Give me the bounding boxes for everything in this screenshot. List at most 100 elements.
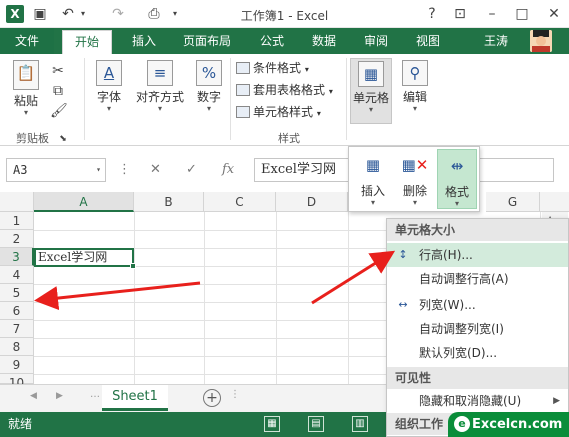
more-sheets-icon[interactable]: …: [90, 389, 100, 400]
status-text: 就绪: [8, 417, 33, 431]
clipboard-icon: 📋: [13, 60, 39, 90]
menu-section-header: 单元格大小: [387, 219, 568, 241]
close-icon[interactable]: ✕: [546, 5, 562, 23]
table-format-label: 套用表格格式: [253, 83, 326, 97]
hide-unhide-item[interactable]: 隐藏和取消隐藏(U) ▶: [387, 389, 568, 413]
help-icon[interactable]: ?: [424, 5, 440, 23]
font-button[interactable]: A 字体 ▾: [90, 60, 128, 113]
row-height-label: 行高(H)...: [419, 248, 473, 262]
cut-icon[interactable]: ✂: [50, 62, 66, 80]
column-header[interactable]: A: [34, 192, 134, 212]
scrollbar-corner: [540, 192, 569, 212]
site-watermark: e Excelcn.com: [448, 412, 569, 437]
paste-label: 粘贴: [13, 94, 38, 108]
column-header[interactable]: B: [134, 192, 204, 212]
ribbon-display-icon[interactable]: ⊡: [452, 5, 468, 23]
row-header[interactable]: 3: [0, 248, 34, 266]
select-all-corner[interactable]: [0, 192, 34, 212]
editing-button[interactable]: ⚲ 编辑 ▾: [396, 60, 434, 113]
styles-group-label: 样式: [278, 132, 300, 145]
next-sheet-icon[interactable]: ▶: [56, 391, 63, 401]
delete-cells-icon: ▦✕: [401, 156, 429, 174]
page-layout-view-icon[interactable]: ▤: [308, 416, 324, 432]
cell-style-button[interactable]: 单元格样式 ▾: [236, 102, 321, 122]
column-header[interactable]: D: [276, 192, 348, 212]
editing-label: 编辑: [402, 90, 427, 104]
row-header[interactable]: 9: [0, 356, 34, 374]
chevron-down-icon: ▾: [368, 105, 373, 114]
chevron-down-icon[interactable]: ▾: [96, 159, 101, 181]
selected-cell-a3[interactable]: Excel学习网: [34, 248, 136, 269]
page-break-view-icon[interactable]: ▥: [352, 416, 368, 432]
tab-formulas[interactable]: 公式: [252, 28, 292, 54]
column-width-item[interactable]: ↔ 列宽(W)...: [387, 293, 568, 317]
column-header[interactable]: C: [204, 192, 276, 212]
binoculars-icon: ⚲: [402, 60, 428, 86]
title-bar: X ▣ ↶ ▾ ↷ ⎙ ▾ 工作簿1 - Excel ? ⊡ – □ ✕: [0, 0, 569, 28]
alignment-label: 对齐方式: [135, 90, 184, 104]
row-height-item[interactable]: ↕ 行高(H)...: [387, 243, 568, 267]
cells-button[interactable]: ▦ 单元格 ▾: [350, 58, 392, 124]
tab-view[interactable]: 视图: [408, 28, 448, 54]
grid-line: [276, 212, 277, 384]
row-header[interactable]: 4: [0, 266, 34, 284]
sheet-tab[interactable]: Sheet1: [102, 385, 168, 411]
row-header[interactable]: 1: [0, 212, 34, 230]
table-format-button[interactable]: 套用表格格式 ▾: [236, 80, 333, 100]
default-width-item[interactable]: 默认列宽(D)...: [387, 341, 568, 365]
format-cells-icon: ⇹: [450, 157, 464, 175]
maximize-icon[interactable]: □: [514, 5, 530, 23]
sheet-options-icon: ⋮: [230, 389, 240, 400]
tab-data[interactable]: 数据: [304, 28, 344, 54]
autofit-column-item[interactable]: 自动调整列宽(I): [387, 317, 568, 341]
cancel-icon[interactable]: ✕: [150, 158, 161, 182]
watermark-logo-icon: e: [454, 416, 470, 432]
cell-style-icon: [236, 106, 250, 118]
insert-cells-button[interactable]: ▦ 插入 ▾: [353, 151, 393, 207]
fill-handle[interactable]: [130, 263, 136, 269]
more-options-icon: ⋮: [118, 162, 131, 177]
tab-home[interactable]: 开始: [62, 30, 112, 54]
minimize-icon[interactable]: –: [484, 5, 500, 23]
autofit-row-label: 自动调整行高(A): [419, 272, 509, 286]
tab-review[interactable]: 审阅: [356, 28, 396, 54]
tab-insert[interactable]: 插入: [124, 28, 164, 54]
column-width-label: 列宽(W)...: [419, 298, 476, 312]
conditional-format-button[interactable]: 条件格式 ▾: [236, 58, 309, 78]
paste-button[interactable]: 📋 粘贴 ▾: [8, 60, 44, 117]
row-height-icon: ↕: [398, 248, 408, 261]
group-divider: [230, 58, 231, 140]
row-header[interactable]: 2: [0, 230, 34, 248]
row-header[interactable]: 7: [0, 320, 34, 338]
grid-line: [204, 212, 205, 384]
tab-file[interactable]: 文件: [0, 28, 54, 54]
row-header[interactable]: 10: [0, 374, 34, 390]
number-button[interactable]: % 数字 ▾: [192, 60, 226, 113]
insert-function-icon[interactable]: fx: [222, 158, 234, 182]
tab-page-layout[interactable]: 页面布局: [174, 28, 240, 54]
prev-sheet-icon[interactable]: ◀: [30, 391, 37, 401]
row-header[interactable]: 5: [0, 284, 34, 302]
avatar[interactable]: [530, 30, 552, 52]
name-box[interactable]: A3 ▾: [6, 158, 106, 182]
ribbon-tabs: 文件 开始 插入 页面布局 公式 数据 审阅 视图 王涛: [0, 28, 569, 54]
format-cells-button[interactable]: ⇹ 格式 ▾: [437, 149, 477, 209]
copy-icon[interactable]: ⧉: [50, 82, 66, 100]
format-painter-icon[interactable]: 🖌: [50, 102, 68, 120]
autofit-row-item[interactable]: 自动调整行高(A): [387, 267, 568, 291]
column-header[interactable]: G: [486, 192, 540, 212]
row-header[interactable]: 8: [0, 338, 34, 356]
chevron-down-icon: ▾: [157, 104, 162, 113]
row-header[interactable]: 6: [0, 302, 34, 320]
delete-label: 删除: [402, 184, 427, 198]
cells-label: 单元格: [352, 91, 389, 105]
table-format-icon: [236, 84, 250, 96]
dialog-launcher-icon[interactable]: ⬊: [58, 130, 68, 148]
insert-cells-icon: ▦: [365, 156, 381, 174]
enter-icon[interactable]: ✓: [186, 158, 197, 182]
delete-cells-button[interactable]: ▦✕ 删除 ▾: [395, 151, 435, 207]
normal-view-icon[interactable]: ▦: [264, 416, 280, 432]
user-name[interactable]: 王涛: [484, 28, 508, 54]
add-sheet-icon[interactable]: +: [203, 389, 221, 407]
alignment-button[interactable]: ≡ 对齐方式 ▾: [132, 60, 188, 113]
